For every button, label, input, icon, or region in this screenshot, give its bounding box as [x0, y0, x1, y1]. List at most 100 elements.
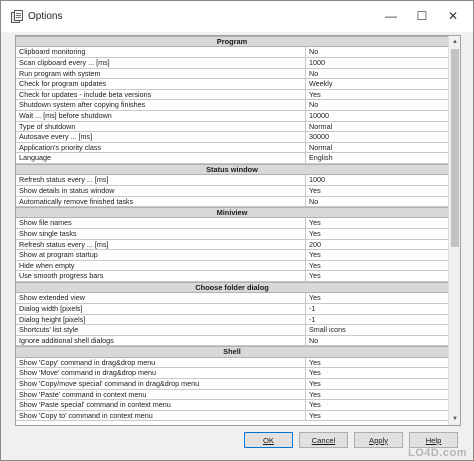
section-header: Status window — [16, 163, 448, 176]
option-row[interactable]: Use smooth progress bars Yes — [16, 271, 448, 283]
scrollbar-thumb[interactable] — [451, 49, 459, 247]
option-value[interactable]: No — [306, 47, 448, 57]
option-name: Show 'Move' command in drag&drop menu — [16, 368, 306, 378]
option-name: Language — [16, 153, 306, 163]
option-name: Run program with system — [16, 68, 306, 79]
option-name: Check for program updates — [16, 79, 306, 89]
option-name: Show single tasks — [16, 229, 306, 239]
option-name: Refresh status every ... [ms] — [16, 175, 306, 185]
option-row[interactable]: Show at program startup Yes — [16, 250, 448, 261]
option-value[interactable]: Yes — [306, 261, 448, 271]
option-name: Show 'Copy' command in drag&drop menu — [16, 357, 306, 368]
option-row[interactable]: Autosave every ... [ms] 30000 — [16, 132, 448, 143]
option-value[interactable]: -1 — [306, 315, 448, 325]
maximize-icon: ☐ — [416, 9, 428, 23]
option-value[interactable]: No — [306, 100, 448, 110]
option-row[interactable]: Type of shutdown Normal — [16, 121, 448, 133]
option-row[interactable]: Show 'Paste' command in context menu Yes — [16, 389, 448, 401]
option-value[interactable]: Yes — [306, 271, 448, 281]
option-row[interactable]: Automatically remove finished tasks No — [16, 196, 448, 208]
option-value[interactable]: Yes — [306, 218, 448, 228]
option-value[interactable]: Yes — [306, 293, 448, 303]
option-name: Type of shutdown — [16, 121, 306, 132]
option-row[interactable]: Show 'Move' command in drag&drop menu Yes — [16, 368, 448, 379]
watermark-logo: LO4D.com — [408, 447, 468, 459]
option-value[interactable]: Small icons — [306, 325, 448, 335]
option-name: Show 'Copy to' command in context menu — [16, 410, 306, 421]
option-name: Shortcuts' list style — [16, 325, 306, 335]
option-row[interactable]: Wait ... [ms] before shutdown 10000 — [16, 110, 448, 122]
option-value[interactable]: 200 — [306, 240, 448, 250]
option-row[interactable]: Show extended view Yes — [16, 293, 448, 305]
option-row[interactable]: Refresh status every ... [ms] 200 — [16, 239, 448, 251]
option-value[interactable]: Yes — [306, 390, 448, 400]
maximize-button[interactable]: ☐ — [407, 5, 437, 27]
option-value[interactable]: 10000 — [306, 111, 448, 121]
window-title: Options — [28, 11, 63, 22]
option-value[interactable]: Yes — [306, 368, 448, 378]
option-row[interactable]: Application's priority class Normal — [16, 142, 448, 154]
apply-button-label: Apply — [369, 435, 388, 445]
option-name: Show details in status window — [16, 185, 306, 196]
option-row[interactable]: Dialog height [pixels] -1 — [16, 314, 448, 326]
option-row[interactable]: Shortcuts' list style Small icons — [16, 325, 448, 336]
option-value[interactable]: 30000 — [306, 132, 448, 142]
minimize-button[interactable]: — — [376, 5, 406, 27]
options-list: Program Clipboard monitoring No Scan clipbo… — [16, 36, 448, 422]
option-row[interactable]: Refresh status every ... [ms] 1000 — [16, 175, 448, 186]
option-value[interactable]: 1000 — [306, 175, 448, 185]
option-row[interactable]: Dialog width [pixels] -1 — [16, 304, 448, 315]
cancel-button[interactable]: Cancel — [299, 432, 348, 448]
option-name: Show at program startup — [16, 250, 306, 260]
section-header: Choose folder dialog — [16, 282, 448, 294]
option-value[interactable]: No — [306, 69, 448, 79]
option-row[interactable]: Show details in status window Yes — [16, 185, 448, 197]
option-value[interactable]: No — [306, 197, 448, 207]
scroll-up-icon[interactable]: ▲ — [449, 36, 460, 48]
option-value[interactable]: Yes — [306, 250, 448, 260]
option-row[interactable]: Hide when empty Yes — [16, 260, 448, 272]
option-value[interactable]: English — [306, 153, 448, 163]
option-row[interactable]: Run program with system No — [16, 68, 448, 80]
option-row[interactable]: Show 'Copy/move special' command in drag… — [16, 378, 448, 390]
option-value[interactable]: Yes — [306, 358, 448, 368]
option-row[interactable]: Show single tasks Yes — [16, 229, 448, 240]
option-name: Application's priority class — [16, 142, 306, 153]
ok-button[interactable]: OK — [244, 432, 293, 448]
option-row[interactable]: Clipboard monitoring No — [16, 47, 448, 58]
option-value[interactable]: Yes — [306, 411, 448, 421]
close-button[interactable]: ✕ — [438, 5, 468, 27]
option-row[interactable]: Check for program updates Weekly — [16, 79, 448, 90]
option-value[interactable]: Normal — [306, 143, 448, 153]
option-row[interactable]: Shutdown system after copying finishes No — [16, 100, 448, 111]
help-button[interactable]: Help — [409, 432, 458, 448]
option-value[interactable]: Yes — [306, 186, 448, 196]
option-row[interactable]: Show 'Copy' command in drag&drop menu Yes — [16, 357, 448, 369]
option-row[interactable]: Check for updates - include beta version… — [16, 89, 448, 101]
option-value[interactable]: Weekly — [306, 79, 448, 89]
option-row[interactable]: Show 'Copy to' command in context menu Ye… — [16, 410, 448, 422]
option-row[interactable]: Show file names Yes — [16, 218, 448, 230]
option-value[interactable]: 1000 — [306, 58, 448, 68]
option-value[interactable]: Yes — [306, 400, 448, 410]
apply-button[interactable]: Apply — [354, 432, 403, 448]
vertical-scrollbar[interactable]: ▲ ▼ — [448, 36, 460, 425]
option-row[interactable]: Show 'Paste special' command in context … — [16, 400, 448, 411]
option-row[interactable]: Scan clipboard every ... [ms] 1000 — [16, 57, 448, 69]
option-value[interactable]: Normal — [306, 122, 448, 132]
option-value[interactable]: Yes — [306, 90, 448, 100]
option-value[interactable]: Yes — [306, 379, 448, 389]
option-row[interactable]: Ignore additional shell dialogs No — [16, 335, 448, 347]
section-header: Program — [16, 36, 448, 48]
option-value[interactable]: -1 — [306, 304, 448, 314]
option-name: Refresh status every ... [ms] — [16, 239, 306, 250]
option-name: Dialog height [pixels] — [16, 314, 306, 325]
option-name: Show 'Paste special' command in context … — [16, 400, 306, 410]
close-icon: ✕ — [447, 9, 459, 23]
option-value[interactable]: Yes — [306, 229, 448, 239]
title-bar: Options — ☐ ✕ — [1, 1, 473, 32]
scroll-down-icon[interactable]: ▼ — [449, 413, 460, 425]
option-row[interactable]: Language English — [16, 153, 448, 164]
option-value[interactable]: No — [306, 336, 448, 346]
help-button-label: Help — [425, 435, 442, 445]
